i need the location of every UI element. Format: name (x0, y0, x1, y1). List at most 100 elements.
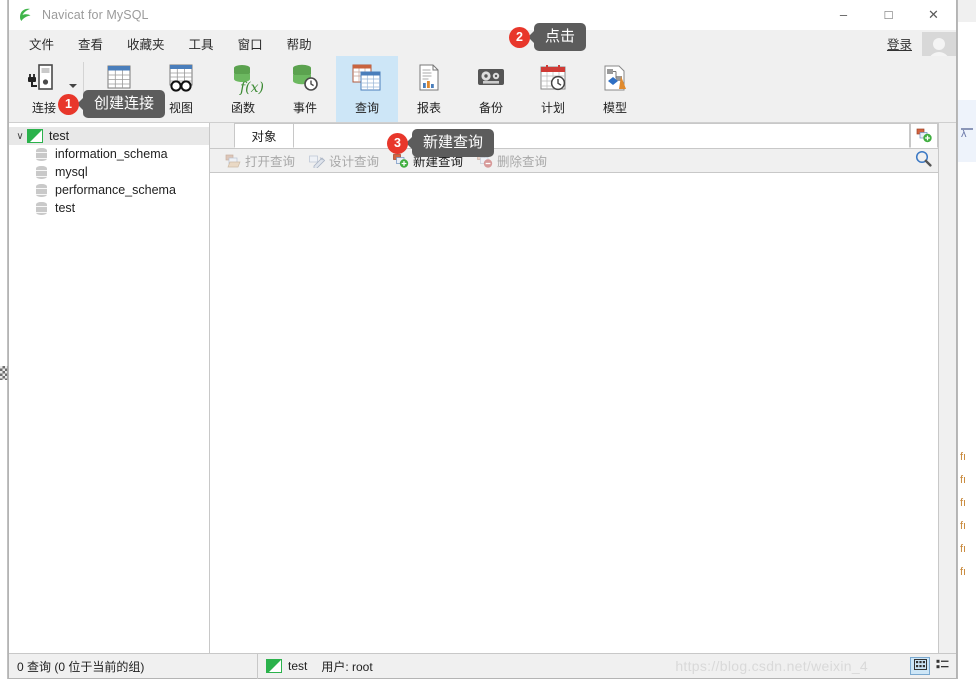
object-pane: 对象 打开查询 设计查询 新建查询 删除查询 (210, 123, 938, 653)
tree-node-connection-test[interactable]: ∨ test (9, 127, 209, 145)
query-list-canvas[interactable] (210, 173, 938, 653)
search-button[interactable] (908, 150, 938, 172)
callout-badge: 2 (509, 26, 530, 48)
callout-new-query: 3 新建查询 (387, 129, 495, 158)
toolbar-label: 连接 (31, 101, 56, 115)
account-area: 登录 (887, 30, 956, 66)
tree-node-label: test (55, 201, 76, 215)
tree-node-information_schema[interactable]: information_schema (9, 145, 209, 163)
list-view-button[interactable] (932, 657, 952, 675)
background-tabs-strip (958, 0, 976, 22)
connection-node-icon (27, 129, 43, 143)
status-connection: test 用户: root (258, 654, 381, 678)
grid-view-icon (913, 657, 927, 675)
schedule-icon (533, 62, 573, 96)
tree-node-test-db[interactable]: test (9, 199, 209, 217)
menu-help[interactable]: 帮助 (275, 30, 324, 57)
tree-node-label: mysql (55, 165, 88, 179)
callout-badge: 1 (58, 93, 79, 115)
tree-node-performance_schema[interactable]: performance_schema (9, 181, 209, 199)
query-action-bar: 打开查询 设计查询 新建查询 删除查询 (210, 149, 938, 173)
menu-view[interactable]: 查看 (66, 30, 115, 57)
window-title: Navicat for MySQL (42, 7, 149, 22)
event-icon (285, 62, 325, 96)
callout-create-connection: 1 创建连接 (58, 90, 166, 119)
view-mode-buttons (910, 657, 956, 675)
svg-text:f(x): f(x) (239, 80, 263, 96)
toolbar-button-model[interactable]: 模型 (584, 56, 646, 122)
background-divider (961, 128, 973, 130)
object-tab-bar: 对象 (210, 123, 938, 149)
open-query-icon (225, 154, 241, 168)
menu-favorites[interactable]: 收藏夹 (115, 30, 177, 57)
toolbar-label: 函数 (230, 101, 255, 115)
status-query-count: 0 查询 (0 位于当前的组) (17, 659, 145, 674)
background-text-line: fı (960, 497, 967, 509)
connection-tree: ∨ test information_schema mysql performa… (9, 123, 209, 217)
callout-badge: 3 (387, 132, 408, 154)
design-query-icon (309, 154, 326, 169)
close-button[interactable]: ✕ (911, 0, 956, 30)
view-icon (161, 62, 201, 96)
chevron-down-icon[interactable]: ∨ (13, 131, 27, 142)
callout-bubble: 创建连接 (83, 90, 166, 119)
status-bar: 0 查询 (0 位于当前的组) test 用户: root https://bl… (9, 653, 956, 679)
background-text-line: fı (960, 543, 967, 555)
toolbar-label: 报表 (416, 101, 441, 115)
database-icon (36, 147, 47, 161)
toolbar-label: 备份 (478, 101, 503, 115)
report-icon (409, 62, 449, 96)
new-object-tab-icon[interactable] (910, 123, 938, 148)
menu-bar: 文件 查看 收藏夹 工具 窗口 帮助 登录 (9, 30, 956, 66)
toolbar-label: 计划 (540, 101, 565, 115)
screen: λ fı fı fı fı fı fı Navicat for MySQL – … (0, 0, 976, 679)
tree-node-label: test (49, 129, 70, 143)
navicat-logo-icon (17, 6, 35, 24)
menu-tools[interactable]: 工具 (177, 30, 226, 57)
tab-objects[interactable]: 对象 (234, 123, 294, 148)
toolbar-button-report[interactable]: 报表 (398, 56, 460, 122)
action-label: 打开查询 (245, 155, 296, 169)
grid-view-button[interactable] (910, 657, 930, 675)
toolbar-button-event[interactable]: 事件 (274, 56, 336, 122)
background-text-line: fı (960, 451, 967, 463)
tree-node-mysql[interactable]: mysql (9, 163, 209, 181)
minimize-button[interactable]: – (821, 0, 866, 30)
window-controls: – □ ✕ (821, 0, 956, 30)
login-link[interactable]: 登录 (887, 34, 912, 53)
action-open-query[interactable]: 打开查询 (218, 150, 302, 172)
title-bar: Navicat for MySQL – □ ✕ (9, 0, 956, 30)
tree-node-label: information_schema (55, 147, 168, 161)
toolbar-button-schedule[interactable]: 计划 (522, 56, 584, 122)
maximize-button[interactable]: □ (866, 0, 911, 30)
status-connection-name: test (288, 659, 308, 673)
action-design-query[interactable]: 设计查询 (302, 150, 386, 172)
background-text-column: fı fı fı fı fı fı (960, 452, 966, 578)
tree-node-label: performance_schema (55, 183, 176, 197)
status-user: 用户: root (321, 659, 373, 674)
action-label: 设计查询 (329, 155, 380, 169)
toolbar-button-function[interactable]: f(x) 函数 (212, 56, 274, 122)
callout-click: 2 点击 (509, 23, 587, 52)
backup-icon (471, 62, 511, 96)
menu-window[interactable]: 窗口 (226, 30, 275, 57)
model-icon (595, 62, 635, 96)
background-text-line: fı (960, 474, 967, 486)
right-edge-strip (938, 123, 956, 653)
connection-tree-panel: ∨ test information_schema mysql performa… (9, 123, 210, 653)
database-icon (36, 183, 47, 197)
toolbar-button-backup[interactable]: 备份 (460, 56, 522, 122)
query-icon (347, 62, 387, 96)
database-icon (36, 201, 47, 215)
chevron-down-icon[interactable] (69, 84, 77, 88)
callout-bubble: 点击 (534, 23, 587, 52)
menu-file[interactable]: 文件 (17, 30, 66, 57)
watermark-text: https://blog.csdn.net/weixin_4 (675, 658, 868, 674)
toolbar-label: 查询 (354, 101, 379, 115)
list-view-icon (936, 657, 949, 675)
toolbar-button-query[interactable]: 查询 (336, 56, 398, 122)
search-icon (915, 150, 932, 172)
action-label: 删除查询 (497, 155, 548, 169)
background-text-line: fı (960, 566, 967, 578)
connection-node-icon (266, 659, 282, 673)
